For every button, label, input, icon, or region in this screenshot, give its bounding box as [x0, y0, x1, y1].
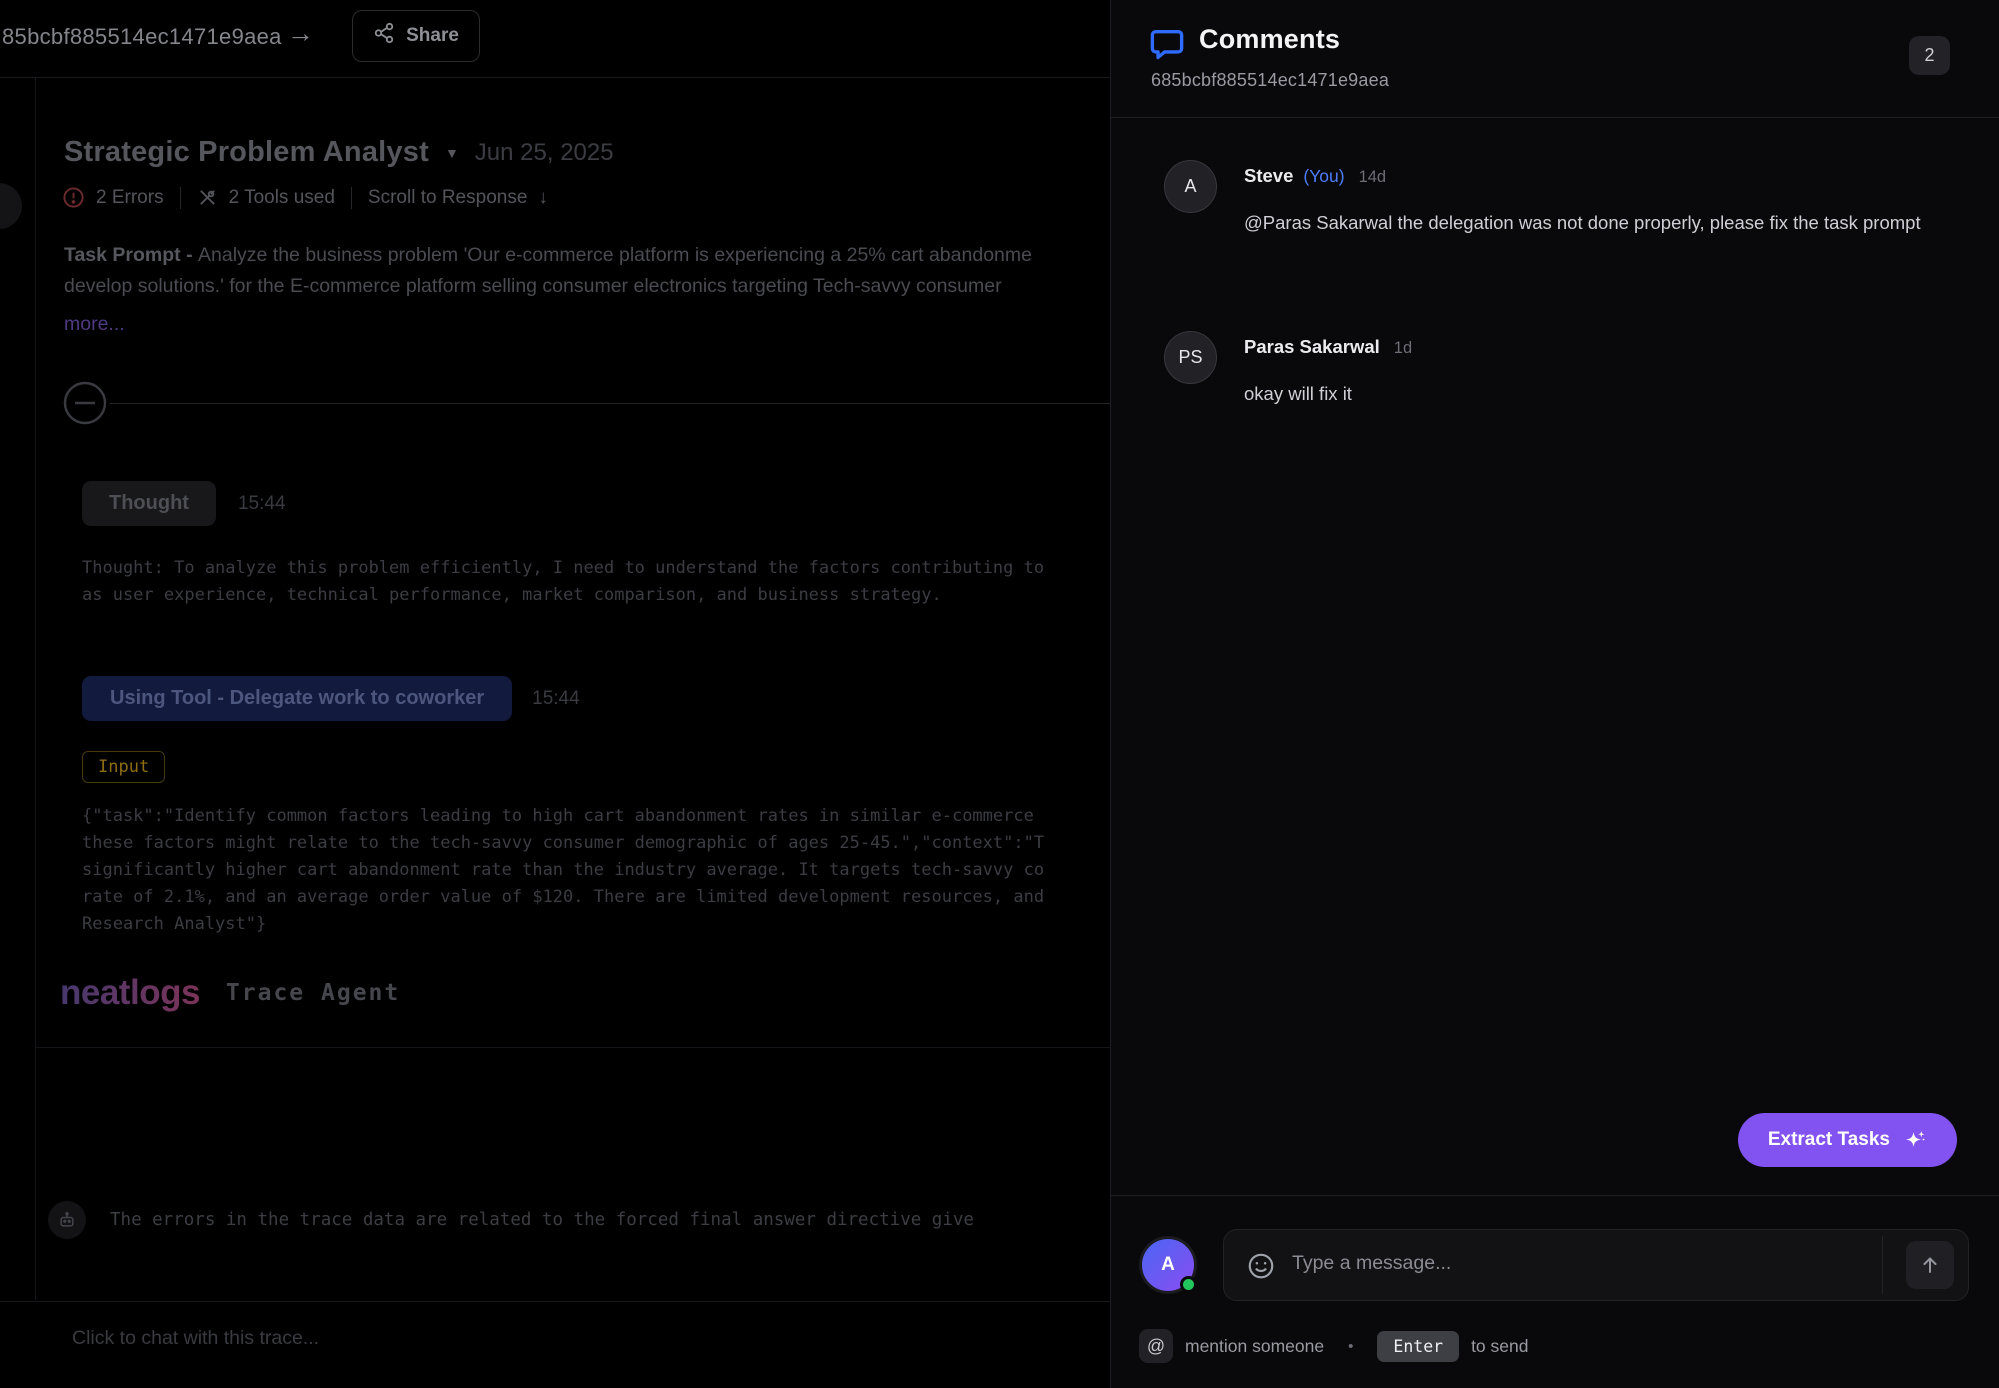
emoji-icon[interactable] — [1246, 1251, 1276, 1286]
sparkles-icon — [1903, 1128, 1927, 1152]
json-line: {"task":"Identify common factors leading… — [82, 803, 1110, 830]
meta-separator — [351, 187, 352, 209]
composer-hints: @ mention someone • Enter to send — [1139, 1329, 1528, 1363]
thought-text: Thought: To analyze this problem efficie… — [82, 555, 1110, 609]
bot-icon — [48, 1201, 86, 1239]
sidebar-divider — [35, 78, 36, 1300]
input-badge: Input — [82, 751, 165, 783]
trace-agent-label: Trace Agent — [226, 980, 400, 1006]
comment-header: Steve (You) 14d — [1244, 165, 1386, 187]
tools-count: 2 Tools used — [229, 187, 335, 209]
sidebar-toggle[interactable] — [0, 183, 22, 229]
thought-badge: Thought — [82, 481, 216, 526]
task-prompt-line: Analyze the business problem 'Our e-comm… — [198, 244, 1032, 266]
online-status-dot — [1180, 1276, 1197, 1293]
json-line: significantly higher cart abandonment ra… — [82, 857, 1110, 884]
thought-text-line: as user experience, technical performanc… — [82, 582, 1110, 609]
neatlogs-logo: neatlogs — [60, 973, 200, 1013]
hint-separator: • — [1348, 1338, 1353, 1355]
forward-arrow-icon[interactable]: → — [287, 18, 314, 49]
share-label: Share — [406, 25, 459, 47]
composer-avatar: A — [1139, 1236, 1197, 1294]
panel-divider — [1111, 117, 1999, 118]
message-placeholder: Type a message... — [1292, 1252, 1451, 1275]
extract-tasks-button[interactable]: Extract Tasks — [1738, 1113, 1957, 1167]
tool-timestamp: 15:44 — [532, 688, 580, 710]
trace-card-divider — [36, 1047, 1110, 1048]
timeline-line — [110, 403, 1110, 404]
comment-time: 14d — [1359, 168, 1387, 187]
thought-timestamp: 15:44 — [238, 493, 286, 515]
enter-key-badge: Enter — [1377, 1331, 1459, 1362]
comment-author: Steve — [1244, 165, 1293, 187]
using-tool-badge: Using Tool - Delegate work to coworker — [82, 676, 512, 721]
trace-main-area: 85bcbf885514ec1471e9aea → Share Strategi… — [0, 0, 1110, 1388]
task-prompt-label: Task Prompt - — [64, 244, 198, 266]
comment-author: Paras Sakarwal — [1244, 336, 1380, 358]
share-icon — [373, 22, 395, 50]
send-button[interactable] — [1906, 1241, 1954, 1289]
collapse-icon[interactable] — [62, 380, 108, 431]
tools-icon — [197, 187, 218, 208]
tool-input-json: {"task":"Identify common factors leading… — [82, 803, 1110, 938]
comment-message: okay will fix it — [1244, 379, 1944, 408]
thought-text-line: Thought: To analyze this problem efficie… — [82, 555, 1110, 582]
comment-time: 1d — [1394, 339, 1412, 358]
json-line: rate of 2.1%, and an average order value… — [82, 884, 1110, 911]
extract-tasks-label: Extract Tasks — [1768, 1129, 1890, 1151]
avatar: PS — [1164, 331, 1217, 384]
comment-you-label: (You) — [1303, 166, 1344, 187]
mention-at-badge[interactable]: @ — [1139, 1329, 1173, 1363]
mention-hint: mention someone — [1185, 1336, 1324, 1357]
chat-with-trace-input[interactable]: Click to chat with this trace... — [72, 1327, 319, 1350]
composer-avatar-letter: A — [1161, 1254, 1175, 1276]
task-prompt: Task Prompt - Analyze the business probl… — [64, 240, 1108, 302]
trace-date: Jun 25, 2025 — [475, 139, 614, 167]
json-line: these factors might relate to the tech-s… — [82, 830, 1110, 857]
caret-down-icon[interactable]: ▼ — [445, 145, 459, 161]
comment-bubble-icon — [1149, 26, 1185, 67]
avatar: A — [1164, 160, 1217, 213]
comment-message: @Paras Sakarwal the delegation was not d… — [1244, 208, 1944, 237]
more-link[interactable]: more... — [64, 313, 125, 336]
error-icon — [62, 186, 85, 209]
composer-divider — [1111, 1195, 1999, 1196]
comments-panel: Comments 2 685bcbf885514ec1471e9aea A St… — [1110, 0, 1999, 1388]
json-line: Research Analyst"} — [82, 911, 1110, 938]
comments-count-badge: 2 — [1909, 36, 1950, 75]
assistant-message: The errors in the trace data are related… — [110, 1201, 1100, 1230]
topbar-divider — [0, 77, 1110, 78]
chat-divider — [0, 1301, 1110, 1302]
share-button[interactable]: Share — [352, 10, 480, 62]
down-arrow-icon: ↓ — [538, 187, 548, 209]
comment-header: Paras Sakarwal 1d — [1244, 336, 1412, 358]
errors-count: 2 Errors — [96, 187, 164, 209]
message-input[interactable]: Type a message... — [1223, 1229, 1969, 1301]
task-prompt-line: develop solutions.' for the E-commerce p… — [64, 271, 1108, 302]
comments-title: Comments — [1199, 24, 1340, 55]
input-divider — [1882, 1236, 1883, 1294]
agent-title: Strategic Problem Analyst — [64, 136, 429, 169]
scroll-to-response[interactable]: Scroll to Response — [368, 187, 527, 209]
meta-separator — [180, 187, 181, 209]
comments-trace-id: 685bcbf885514ec1471e9aea — [1151, 70, 1389, 91]
send-hint: to send — [1471, 1336, 1528, 1357]
trace-id-label: 85bcbf885514ec1471e9aea — [2, 24, 282, 50]
send-arrow-icon — [1918, 1253, 1942, 1277]
